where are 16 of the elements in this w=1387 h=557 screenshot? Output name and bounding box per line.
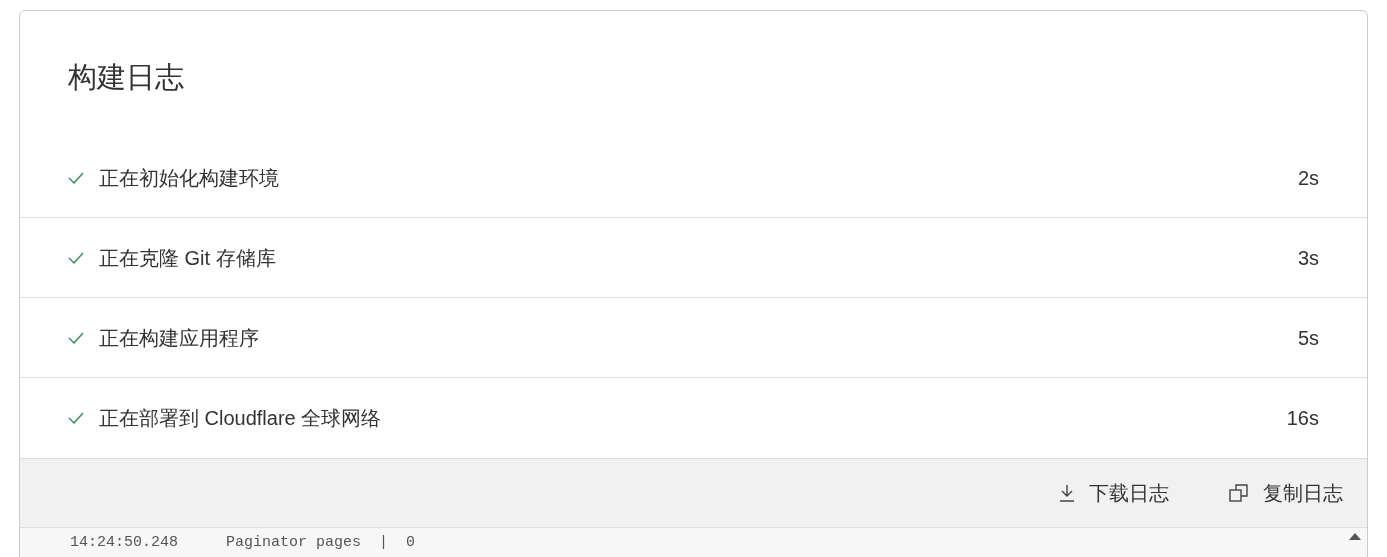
step-duration: 2s [1297, 165, 1319, 191]
download-log-button[interactable]: 下载日志 [1059, 478, 1169, 508]
step-label: 正在初始化构建环境 [99, 165, 279, 191]
scroll-up-icon[interactable] [1349, 532, 1361, 540]
step-label: 正在克隆 Git 存储库 [99, 245, 276, 271]
step-duration: 5s [1297, 325, 1319, 351]
step-duration: 3s [1297, 245, 1319, 271]
step-label: 正在部署到 Cloudflare 全球网络 [99, 406, 382, 431]
step-duration: 16s [1286, 406, 1319, 431]
page-title: 构建日志 [68, 60, 184, 95]
log-message: Paginator pages | 0 [226, 533, 416, 553]
download-icon [1059, 484, 1075, 502]
step-label: 正在构建应用程序 [99, 325, 259, 351]
log-timestamp: 14:24:50.248 [70, 533, 179, 553]
copy-icon [1229, 483, 1249, 503]
copy-log-button[interactable]: 复制日志 [1229, 478, 1343, 508]
